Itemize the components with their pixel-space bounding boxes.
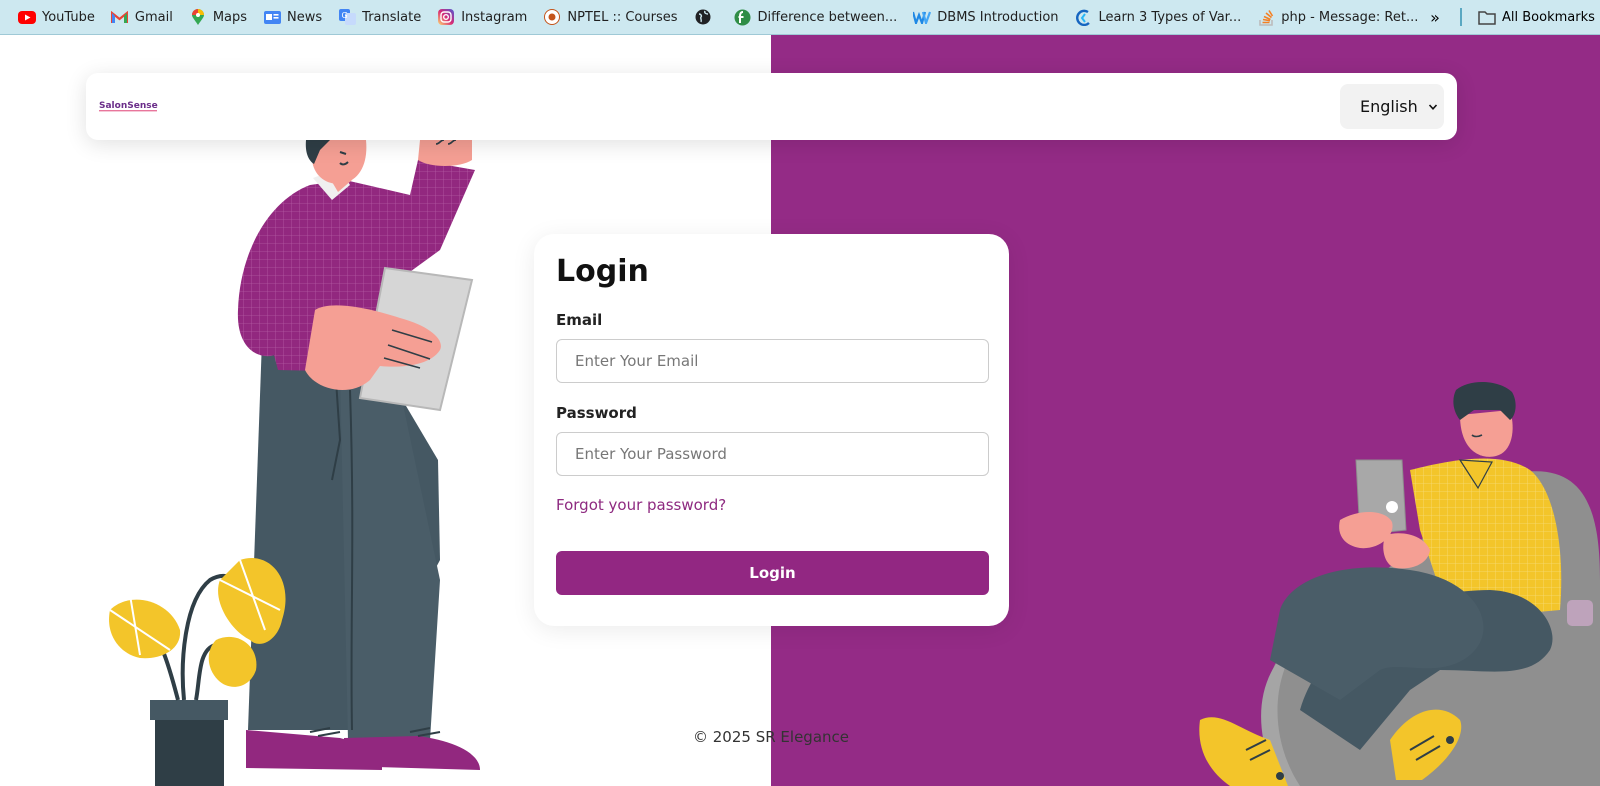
bookmark-php[interactable]: php - Message: Ret... (1249, 4, 1426, 30)
standing-man-illustration (109, 140, 480, 786)
bookmark-label: Difference between... (757, 9, 898, 25)
bookmark-label: Maps (212, 9, 248, 25)
widget-toggle-icon[interactable] (1567, 600, 1593, 626)
bookmark-globe[interactable] (686, 4, 726, 30)
password-input[interactable] (556, 432, 989, 476)
svg-text:G: G (341, 11, 347, 20)
youtube-icon (18, 9, 36, 25)
bookmark-nptel[interactable]: NPTEL :: Courses (535, 4, 685, 30)
bookmark-label: NPTEL :: Courses (567, 9, 678, 25)
bookmarks-divider (1460, 8, 1462, 26)
dbms-icon (913, 9, 932, 25)
email-label: Email (556, 311, 603, 329)
bookmark-label: DBMS Introduction (937, 9, 1059, 25)
logo-text: SalonSense (99, 101, 158, 111)
language-selector[interactable]: English (1340, 84, 1444, 129)
bookmarks-overflow-button[interactable]: » (1424, 4, 1446, 30)
bookmark-label: Instagram (461, 9, 528, 25)
bookmark-news[interactable]: News (255, 4, 330, 30)
all-bookmarks-button[interactable]: All Bookmarks (1470, 4, 1600, 30)
bookmark-youtube[interactable]: YouTube (10, 4, 103, 30)
bookmark-label: YouTube (42, 9, 95, 25)
password-label: Password (556, 404, 637, 422)
bookmark-difference[interactable]: Difference between... (726, 4, 906, 30)
stackoverflow-icon (1257, 9, 1275, 26)
login-title: Login (556, 254, 649, 289)
all-bookmarks-label: All Bookmarks (1502, 9, 1595, 25)
folder-icon (1478, 9, 1496, 25)
login-card: Login Email Password Forgot your passwor… (534, 234, 1009, 626)
bookmark-label: Learn 3 Types of Var... (1098, 9, 1242, 25)
site-header: SalonSense English (86, 73, 1457, 140)
salon-logo[interactable]: SalonSense (99, 98, 159, 114)
translate-icon: G (338, 9, 356, 25)
instagram-icon (437, 9, 455, 25)
bookmark-instagram[interactable]: Instagram (429, 4, 535, 30)
globe-icon (694, 9, 712, 25)
sitting-man-illustration (1199, 381, 1600, 786)
login-button[interactable]: Login (556, 551, 989, 595)
forgot-password-link[interactable]: Forgot your password? (556, 496, 726, 514)
bookmark-label: News (287, 9, 323, 25)
learn-icon (1075, 9, 1093, 26)
bookmarks-bar: YouTube Gmail Maps News G Translate Inst… (0, 0, 1600, 35)
bookmark-label: Gmail (134, 9, 173, 25)
maps-icon (189, 8, 207, 25)
email-input[interactable] (556, 339, 989, 383)
bookmark-gmail[interactable]: Gmail (103, 4, 181, 30)
bookmark-label: Translate (362, 9, 422, 25)
language-label: English (1360, 97, 1418, 116)
bookmark-learn[interactable]: Learn 3 Types of Var... (1067, 4, 1250, 30)
chevron-down-icon (1428, 103, 1437, 110)
news-icon (263, 9, 281, 25)
bookmark-dbms[interactable]: DBMS Introduction (905, 4, 1066, 30)
copyright-footer: © 2025 SR Elegance (693, 728, 849, 746)
login-page: SalonSense English Login Email Password … (0, 35, 1600, 786)
bookmark-label: php - Message: Ret... (1281, 9, 1419, 25)
nptel-icon (543, 9, 561, 25)
gmail-icon (111, 9, 129, 25)
bookmark-maps[interactable]: Maps (181, 4, 255, 30)
gfg-icon (734, 9, 752, 25)
bookmark-translate[interactable]: G Translate (330, 4, 429, 30)
